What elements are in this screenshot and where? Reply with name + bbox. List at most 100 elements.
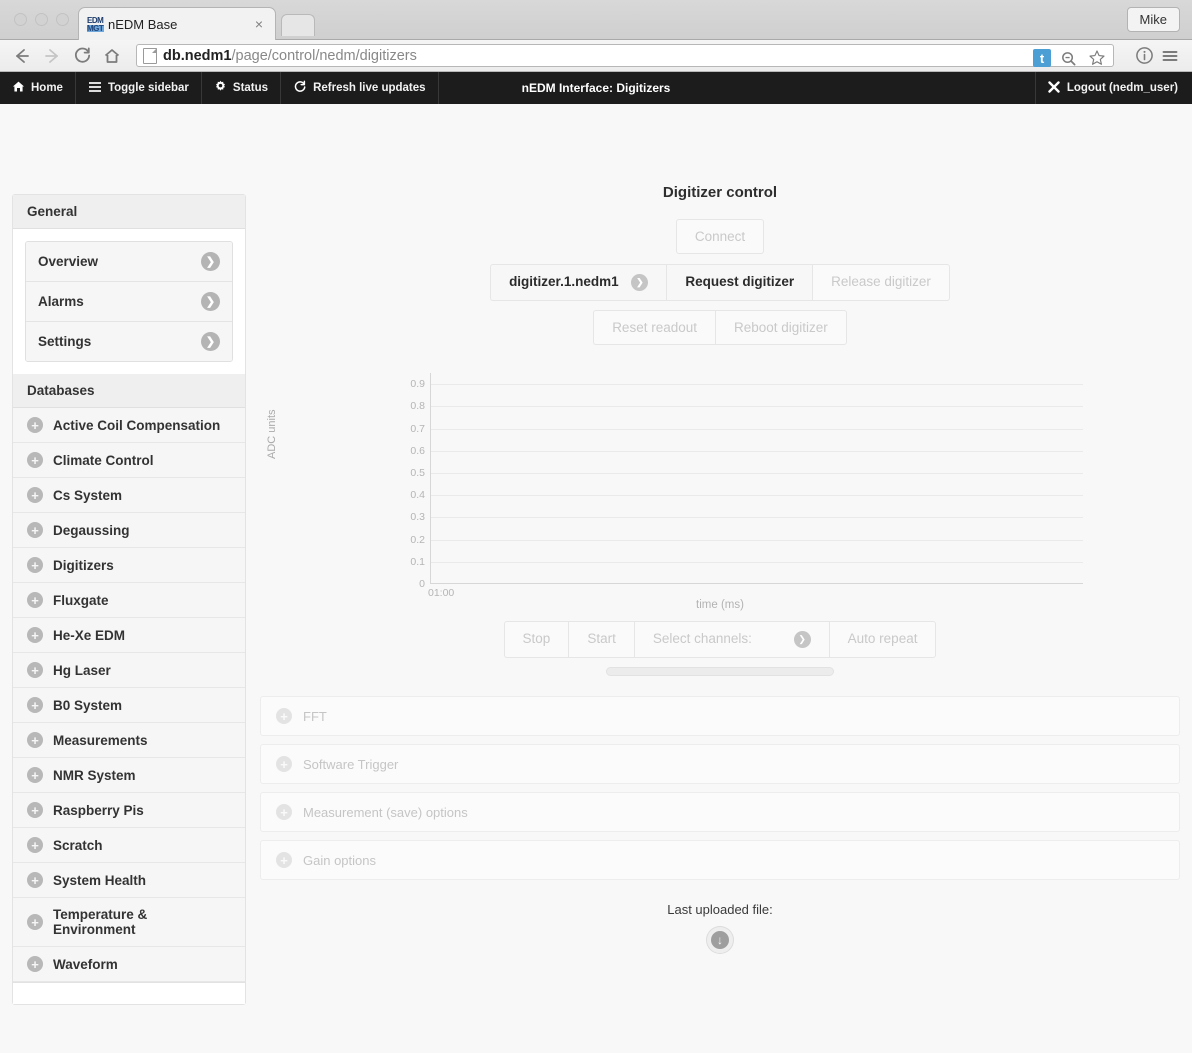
plus-circle-icon: +	[27, 697, 43, 713]
connect-button[interactable]: Connect	[675, 219, 765, 254]
digitizer-button-group: digitizer.1.nedm1 ❯ Request digitizer Re…	[490, 264, 950, 301]
chart-plot-area[interactable]	[430, 373, 1083, 584]
release-digitizer-button[interactable]: Release digitizer	[812, 264, 950, 301]
sidebar-item-measurements[interactable]: + Measurements	[13, 723, 245, 758]
plus-circle-icon: +	[276, 804, 292, 820]
sidebar-item-degaussing[interactable]: + Degaussing	[13, 513, 245, 548]
stop-button[interactable]: Stop	[503, 621, 569, 658]
browser-window: EDM MGT nEDM Base × Mike db.nedm1/page/c…	[0, 0, 1192, 1053]
sidebar-item-nmr-system[interactable]: + NMR System	[13, 758, 245, 793]
digitizer-select[interactable]: digitizer.1.nedm1 ❯	[490, 264, 667, 301]
logout-label: Logout (nedm_user)	[1066, 82, 1178, 94]
close-window-button[interactable]	[14, 13, 27, 26]
browser-tab[interactable]: EDM MGT nEDM Base ×	[78, 7, 276, 40]
sidebar-item-climate-control[interactable]: + Climate Control	[13, 443, 245, 478]
tumblr-extension-icon[interactable]: t	[1033, 49, 1051, 67]
sidebar-item-digitizers[interactable]: + Digitizers	[13, 548, 245, 583]
plus-circle-icon: +	[27, 802, 43, 818]
sidebar-section-general-header: General	[13, 195, 245, 229]
last-uploaded-file-label: Last uploaded file:	[667, 902, 773, 917]
forward-icon[interactable]	[40, 44, 64, 68]
sidebar-item-raspberry-pis[interactable]: + Raspberry Pis	[13, 793, 245, 828]
minimize-window-button[interactable]	[35, 13, 48, 26]
accordion-item-fft[interactable]: + FFT	[260, 696, 1180, 736]
favicon-icon: EDM MGT	[87, 16, 104, 32]
sidebar-item-label: Degaussing	[53, 522, 130, 538]
address-bar[interactable]: db.nedm1/page/control/nedm/digitizers t	[136, 44, 1114, 67]
sidebar-item-alarms[interactable]: Alarms ❯	[26, 282, 232, 322]
chart-horizontal-scrollbar[interactable]	[606, 667, 834, 676]
start-button[interactable]: Start	[568, 621, 634, 658]
sidebar-item-label: Active Coil Compensation	[53, 417, 221, 433]
reload-icon[interactable]	[70, 44, 94, 68]
accordion-item-software-trigger[interactable]: + Software Trigger	[260, 744, 1180, 784]
logout-button[interactable]: Logout (nedm_user)	[1034, 72, 1192, 104]
auto-repeat-button[interactable]: Auto repeat	[828, 621, 937, 658]
sidebar-item-b0-system[interactable]: + B0 System	[13, 688, 245, 723]
sidebar-item-settings[interactable]: Settings ❯	[26, 322, 232, 361]
plus-circle-icon: +	[27, 487, 43, 503]
sidebar-item-hg-laser[interactable]: + Hg Laser	[13, 653, 245, 688]
chart-gridline	[431, 472, 1083, 474]
bookmark-star-icon[interactable]	[1085, 46, 1109, 70]
sidebar-item-label: He-Xe EDM	[53, 627, 126, 643]
plus-circle-icon: +	[276, 708, 292, 724]
sidebar-footer	[13, 982, 245, 1004]
gear-icon	[214, 80, 227, 96]
accordion-item-gain-options[interactable]: + Gain options	[260, 840, 1180, 880]
nav-item-status[interactable]: Status	[202, 72, 282, 104]
request-digitizer-button[interactable]: Request digitizer	[666, 264, 813, 301]
sidebar-item-system-health[interactable]: + System Health	[13, 863, 245, 898]
nav-item-toggle-sidebar[interactable]: Toggle sidebar	[76, 72, 202, 104]
close-tab-icon[interactable]: ×	[251, 15, 267, 33]
maintenance-row: Reset readout Reboot digitizer	[260, 310, 1180, 345]
sidebar-item-waveform[interactable]: + Waveform	[13, 947, 245, 982]
nav-item-refresh-live-updates[interactable]: Refresh live updates	[281, 72, 439, 104]
omnibox-actions: t	[1033, 46, 1109, 70]
chart-y-tick: 0.5	[410, 466, 425, 479]
chevron-right-icon: ❯	[201, 252, 220, 271]
toolbar-right-icons	[1126, 44, 1182, 68]
chart-y-tick: 0.1	[410, 555, 425, 568]
sidebar-item-label: Waveform	[53, 956, 118, 972]
sidebar-item-label: Hg Laser	[53, 662, 111, 678]
chart-gridline	[431, 450, 1083, 452]
info-circle-icon[interactable]	[1132, 44, 1156, 68]
sidebar-item-label: Scratch	[53, 837, 103, 853]
chart-y-tick: 0.6	[410, 444, 425, 457]
select-channels-dropdown[interactable]: Select channels: ❯	[633, 621, 829, 658]
sidebar-item-label: Digitizers	[53, 557, 114, 573]
sidebar-item-label: Raspberry Pis	[53, 802, 144, 818]
download-icon[interactable]: ↓	[707, 927, 733, 953]
new-tab-button[interactable]	[281, 14, 315, 36]
digitizer-row: digitizer.1.nedm1 ❯ Request digitizer Re…	[260, 264, 1180, 301]
sidebar-item-he-xe-edm[interactable]: + He-Xe EDM	[13, 618, 245, 653]
sidebar-item-active-coil-compensation[interactable]: + Active Coil Compensation	[13, 408, 245, 443]
nav-item-home[interactable]: Home	[0, 72, 76, 104]
accordion-item-measurement-save-options[interactable]: + Measurement (save) options	[260, 792, 1180, 832]
back-icon[interactable]	[10, 44, 34, 68]
sidebar-item-label: Measurements	[53, 732, 148, 748]
maximize-window-button[interactable]	[56, 13, 69, 26]
plus-circle-icon: +	[27, 732, 43, 748]
sidebar-item-label: Fluxgate	[53, 592, 109, 608]
digitizer-select-value: digitizer.1.nedm1	[509, 274, 619, 290]
home-icon[interactable]	[100, 44, 124, 68]
sidebar-item-label: B0 System	[53, 697, 123, 713]
sidebar-item-fluxgate[interactable]: + Fluxgate	[13, 583, 245, 618]
sidebar-item-label: Temperature & Environment	[53, 907, 148, 937]
reset-readout-button[interactable]: Reset readout	[593, 310, 715, 345]
chart-x-axis-label: time (ms)	[696, 599, 744, 611]
sidebar-item-temperature-environment[interactable]: + Temperature & Environment	[13, 898, 245, 947]
page-title: Digitizer control	[662, 184, 778, 201]
sidebar-item-overview[interactable]: Overview ❯	[26, 242, 232, 282]
plus-circle-icon: +	[27, 767, 43, 783]
browser-menu-icon[interactable]	[1158, 44, 1182, 68]
chart-y-tick: 0.4	[410, 489, 425, 502]
sidebar-item-scratch[interactable]: + Scratch	[13, 828, 245, 863]
sidebar-item-cs-system[interactable]: + Cs System	[13, 478, 245, 513]
reboot-digitizer-button[interactable]: Reboot digitizer	[715, 310, 847, 345]
search-icon[interactable]	[1056, 46, 1080, 70]
chart-y-tick: 0.2	[410, 533, 425, 546]
profile-button[interactable]: Mike	[1126, 7, 1180, 32]
